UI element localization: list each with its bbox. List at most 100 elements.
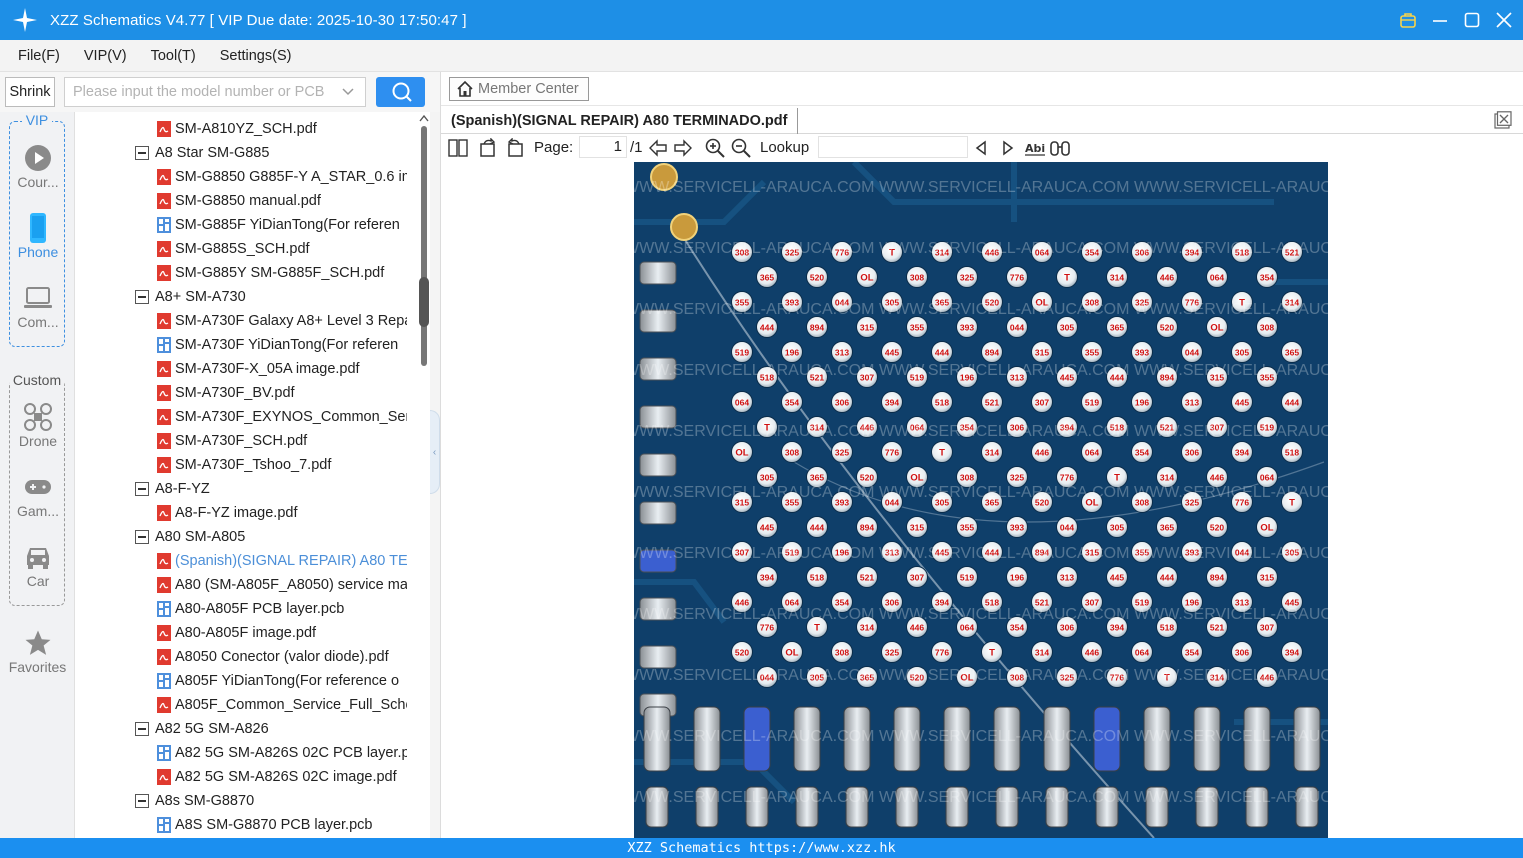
tree-file[interactable]: SM-A730F-X_05A image.pdf bbox=[157, 357, 407, 381]
next-page-icon[interactable] bbox=[673, 138, 693, 158]
scroll-up-icon[interactable] bbox=[418, 112, 430, 126]
zoom-out-icon[interactable] bbox=[731, 138, 751, 158]
tree-group[interactable]: A8-F-YZ bbox=[135, 477, 415, 501]
collapse-toggle-icon[interactable] bbox=[135, 482, 149, 496]
tree-file[interactable]: SM-A730F_BV.pdf bbox=[157, 381, 407, 405]
bga-pad: 365 bbox=[756, 266, 778, 288]
find-next-icon[interactable] bbox=[998, 138, 1018, 158]
zoom-in-icon[interactable] bbox=[705, 138, 725, 158]
pad-label: OL bbox=[910, 473, 923, 484]
member-center-button[interactable]: Member Center bbox=[449, 77, 589, 101]
tree-group[interactable]: A80 SM-A805 bbox=[135, 525, 415, 549]
pad-label: 064 bbox=[960, 623, 974, 633]
bga-pad: 354 bbox=[781, 391, 803, 413]
page-total: /1 bbox=[630, 139, 643, 156]
tree-file[interactable]: SM-A730F YiDianTong(For referen bbox=[157, 333, 407, 357]
pad-label: 306 bbox=[1185, 448, 1199, 458]
document-tab[interactable]: (Spanish)(SIGNAL REPAIR) A80 TERMINADO.p… bbox=[451, 108, 799, 134]
page-number-input[interactable]: 1 bbox=[579, 136, 627, 158]
watermark-text: WWW.SERVICELL-ARAUCA.COM bbox=[879, 667, 1129, 684]
collapse-handle[interactable]: ‹ bbox=[430, 410, 440, 494]
pad-label: 307 bbox=[910, 573, 924, 583]
tree-file-selected[interactable]: (Spanish)(SIGNAL REPAIR) A80 TEF bbox=[157, 549, 407, 573]
two-page-icon[interactable] bbox=[448, 138, 468, 158]
scrollbar-thumb[interactable] bbox=[419, 277, 429, 327]
rail-item-computer[interactable]: Com... bbox=[10, 282, 66, 330]
vip-bag-icon[interactable] bbox=[1399, 11, 1417, 29]
watermark-text: WWW.SERVICELL-ARAUCA.COM bbox=[1134, 789, 1328, 806]
pad-label: 365 bbox=[1285, 348, 1299, 358]
find-previous-icon[interactable] bbox=[971, 138, 991, 158]
tree-file[interactable]: A80-A805F image.pdf bbox=[157, 621, 407, 645]
collapse-toggle-icon[interactable] bbox=[135, 794, 149, 808]
previous-page-icon[interactable] bbox=[648, 138, 668, 158]
pad-label: 365 bbox=[760, 273, 774, 283]
close-button[interactable] bbox=[1495, 11, 1513, 29]
pad-label: 394 bbox=[1285, 648, 1299, 658]
collapse-toggle-icon[interactable] bbox=[135, 722, 149, 736]
collapse-toggle-icon[interactable] bbox=[135, 530, 149, 544]
tree-file[interactable]: SM-A810YZ_SCH.pdf bbox=[157, 117, 407, 141]
tree-file[interactable]: A805F YiDianTong(For reference o bbox=[157, 669, 407, 693]
close-tab-icon[interactable] bbox=[1494, 111, 1512, 129]
menu-settings[interactable]: Settings(S) bbox=[220, 48, 292, 64]
pdf-viewer[interactable]: 308 325 776 T 314 446 064 354 306 394 518 521 365 520… bbox=[441, 162, 1523, 838]
pane-splitter[interactable]: ‹ bbox=[430, 112, 441, 838]
menu-vip[interactable]: VIP(V) bbox=[84, 48, 127, 64]
tree-file[interactable]: SM-G8850 G885F-Y A_STAR_0.6 im bbox=[157, 165, 407, 189]
rail-item-favorites[interactable]: Favorites bbox=[0, 627, 75, 675]
rail-item-courses[interactable]: Cour... bbox=[10, 142, 66, 190]
tree-file[interactable]: SM-A730F_SCH.pdf bbox=[157, 429, 407, 453]
search-input[interactable]: Please input the model number or PCB bbox=[64, 77, 366, 107]
collapse-toggle-icon[interactable] bbox=[135, 290, 149, 304]
search-button[interactable] bbox=[376, 77, 425, 107]
tree-file[interactable]: A8S SM-G8870 PCB layer.pcb bbox=[157, 813, 407, 837]
tree-file[interactable]: A8-F-YZ image.pdf bbox=[157, 501, 407, 525]
tree-file[interactable]: SM-A730F Galaxy A8+ Level 3 Repa bbox=[157, 309, 407, 333]
pad-label: 044 bbox=[1185, 348, 1199, 358]
tree-file[interactable]: A80-A805F PCB layer.pcb bbox=[157, 597, 407, 621]
rotate-right-icon[interactable] bbox=[478, 138, 498, 158]
rail-item-car[interactable]: Car bbox=[10, 541, 66, 589]
rail-item-games[interactable]: Gam... bbox=[10, 471, 66, 519]
pad-label: 314 bbox=[1110, 273, 1124, 283]
menu-file[interactable]: File(F) bbox=[18, 48, 60, 64]
lookup-input[interactable] bbox=[818, 136, 968, 158]
bga-pad: 354 bbox=[1256, 266, 1278, 288]
tree-file[interactable]: SM-G8850 manual.pdf bbox=[157, 189, 407, 213]
tree-file[interactable]: A82 5G SM-A826S 02C PCB layer.p bbox=[157, 741, 407, 765]
tree-group[interactable]: A8 Star SM-G885 bbox=[135, 141, 415, 165]
chevron-down-icon[interactable] bbox=[341, 85, 355, 103]
tree-file[interactable]: SM-A730F_EXYNOS_Common_Serv bbox=[157, 405, 407, 429]
tree-group[interactable]: A8+ SM-A730 bbox=[135, 285, 415, 309]
tree-group[interactable]: A8s SM-G8870 bbox=[135, 789, 415, 813]
match-case-icon[interactable]: Abi bbox=[1024, 138, 1046, 158]
tree-file[interactable]: A8050 Conector (valor diode).pdf bbox=[157, 645, 407, 669]
menu-tool[interactable]: Tool(T) bbox=[151, 48, 196, 64]
pad-label: 446 bbox=[1085, 648, 1099, 658]
shrink-button[interactable]: Shrink bbox=[5, 77, 55, 107]
minimize-button[interactable] bbox=[1431, 11, 1449, 29]
tree-group[interactable]: A82 5G SM-A826 bbox=[135, 717, 415, 741]
pad-label: 355 bbox=[960, 523, 974, 533]
maximize-button[interactable] bbox=[1463, 11, 1481, 29]
collapse-toggle-icon[interactable] bbox=[135, 146, 149, 160]
bga-pad: 445 bbox=[881, 341, 903, 363]
tree-row-label: A80 (SM-A805F_A8050) service ma bbox=[175, 577, 407, 593]
rotate-left-icon[interactable] bbox=[505, 138, 525, 158]
tree-file[interactable]: A82 5G SM-A826S 02C image.pdf bbox=[157, 765, 407, 789]
tree-file[interactable]: SM-G885F YiDianTong(For referen bbox=[157, 213, 407, 237]
tree-file[interactable]: SM-G885S_SCH.pdf bbox=[157, 237, 407, 261]
tree-file[interactable]: SM-A730F_Tshoo_7.pdf bbox=[157, 453, 407, 477]
binoculars-icon[interactable] bbox=[1049, 138, 1071, 158]
tree-file[interactable]: A80 (SM-A805F_A8050) service ma bbox=[157, 573, 407, 597]
tree-file[interactable]: A805F_Common_Service_Full_Sche bbox=[157, 693, 407, 717]
bga-pad: 196 bbox=[781, 341, 803, 363]
watermark-text: WWW.SERVICELL-ARAUCA.COM bbox=[1134, 728, 1328, 745]
tree-row-label: SM-A730F Galaxy A8+ Level 3 Repa bbox=[175, 313, 407, 329]
bga-pad: 305 bbox=[1056, 316, 1078, 338]
rail-item-phone[interactable]: Phone bbox=[10, 212, 66, 260]
tree-scrollbar[interactable] bbox=[418, 112, 430, 838]
rail-item-drone[interactable]: Drone bbox=[10, 401, 66, 449]
tree-file[interactable]: SM-G885Y SM-G885F_SCH.pdf bbox=[157, 261, 407, 285]
